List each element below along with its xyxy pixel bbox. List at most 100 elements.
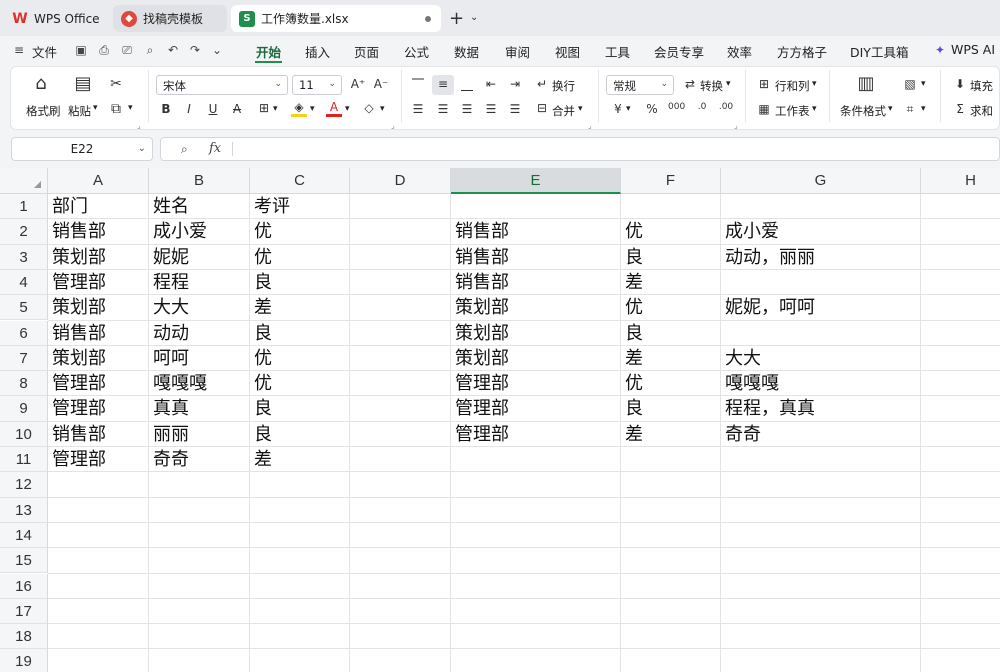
cell-g7[interactable]: 大大 — [721, 346, 921, 371]
column-header-f[interactable]: F — [621, 168, 721, 194]
cell-b4[interactable]: 程程 — [149, 270, 250, 295]
currency-dropdown-icon[interactable]: ▾ — [626, 104, 631, 114]
tab-document[interactable]: S 工作簿数量.xlsx — [231, 5, 441, 32]
font-color-dropdown-icon[interactable]: ▾ — [345, 104, 350, 114]
column-header-g[interactable]: G — [721, 168, 921, 194]
print-icon[interactable]: ⎚ — [120, 43, 134, 57]
format-painter-icon[interactable]: ⌂ — [32, 75, 50, 93]
cell-style-icon[interactable]: ⌗ — [902, 102, 918, 117]
merge-cells-icon[interactable]: ⊟ — [534, 101, 550, 115]
align-bottom-icon[interactable]: ⎽ — [459, 77, 475, 92]
cell-g3[interactable]: 动动，丽丽 — [721, 245, 921, 270]
italic-icon[interactable]: I — [181, 102, 197, 116]
cell-b1[interactable]: 姓名 — [149, 194, 250, 219]
convert-icon[interactable]: ⇄ — [682, 77, 698, 91]
tab-wps-office[interactable]: W WPS Office — [4, 5, 108, 32]
save-icon[interactable]: ▣ — [74, 43, 88, 57]
cell-e5[interactable]: 策划部 — [451, 295, 621, 320]
row-header-7[interactable]: 7 — [0, 345, 48, 372]
unsaved-dot-icon[interactable] — [425, 16, 431, 22]
row-header-9[interactable]: 9 — [0, 396, 48, 422]
cell-e11[interactable] — [451, 447, 621, 472]
tab-template[interactable]: ◆ 找稿壳模板 — [113, 5, 227, 32]
cell-e3[interactable]: 销售部 — [451, 245, 621, 270]
cell-b2[interactable]: 成小爱 — [149, 219, 250, 244]
font-expand-icon[interactable]: ⌟ — [391, 121, 395, 130]
cell-e9[interactable]: 管理部 — [451, 396, 621, 421]
cell-e7[interactable]: 策划部 — [451, 346, 621, 371]
cell-g10[interactable]: 奇奇 — [721, 422, 921, 447]
menu-efficiency[interactable]: 效率 — [727, 42, 752, 61]
row-header-18[interactable]: 18 — [0, 624, 48, 650]
cell-g5[interactable]: 妮妮，呵呵 — [721, 295, 921, 320]
fill-color-icon[interactable]: ◈ — [291, 100, 307, 117]
cell-a9[interactable]: 管理部 — [48, 396, 149, 421]
cell-e2[interactable]: 销售部 — [451, 219, 621, 244]
worksheet-label[interactable]: 工作表 — [775, 103, 810, 119]
increase-decimal-icon[interactable]: .0 — [694, 102, 710, 112]
export-pdf-icon[interactable]: ⎙ — [97, 43, 111, 57]
border-icon[interactable]: ⊞ — [256, 101, 272, 115]
row-header-16[interactable]: 16 — [0, 573, 48, 599]
clipboard-expand-icon[interactable]: ⌟ — [137, 121, 141, 130]
cell-f4[interactable]: 差 — [621, 270, 721, 295]
formula-input[interactable]: ⌕ fx — [160, 137, 1000, 161]
sum-icon[interactable]: Σ — [952, 102, 968, 116]
cell-c1[interactable]: 考评 — [250, 194, 350, 219]
cell-f10[interactable]: 差 — [621, 422, 721, 447]
menu-tools[interactable]: 工具 — [605, 42, 630, 61]
cell-a6[interactable]: 销售部 — [48, 321, 149, 346]
cell-a4[interactable]: 管理部 — [48, 270, 149, 295]
cell-f1[interactable] — [621, 194, 721, 219]
cell-style-dropdown-icon[interactable]: ▾ — [921, 104, 926, 114]
name-box[interactable]: E22 ⌄ — [11, 137, 153, 161]
cell-e1[interactable] — [451, 194, 621, 219]
worksheet-dropdown-icon[interactable]: ▾ — [812, 104, 817, 114]
align-left-icon[interactable]: ☰ — [410, 102, 426, 116]
menu-page[interactable]: 页面 — [354, 42, 379, 61]
border-dropdown-icon[interactable]: ▾ — [273, 104, 278, 114]
worksheet-icon[interactable]: ▦ — [756, 102, 772, 116]
cell-b8[interactable]: 嘎嘎嘎 — [149, 371, 250, 396]
cell-b7[interactable]: 呵呵 — [149, 346, 250, 371]
cell-f2[interactable]: 优 — [621, 219, 721, 244]
new-tab-dropdown-icon[interactable]: ⌄ — [470, 12, 478, 23]
menu-fangfang[interactable]: 方方格子 — [777, 42, 827, 61]
cell-g4[interactable] — [721, 270, 921, 295]
menu-member[interactable]: 会员专享 — [654, 42, 704, 61]
decrease-font-icon[interactable]: A⁻ — [373, 77, 389, 91]
menu-formula[interactable]: 公式 — [404, 42, 429, 61]
justify-icon[interactable]: ☰ — [483, 102, 499, 116]
cell-a1[interactable]: 部门 — [48, 194, 149, 219]
paste-icon[interactable]: ▤ — [74, 75, 92, 93]
cell-b11[interactable]: 奇奇 — [149, 447, 250, 472]
menu-file[interactable]: 文件 — [32, 42, 57, 61]
name-box-dropdown-icon[interactable]: ⌄ — [138, 138, 146, 160]
menu-home[interactable]: 开始 — [256, 42, 281, 61]
bold-icon[interactable]: B — [158, 102, 174, 116]
cell-a3[interactable]: 策划部 — [48, 245, 149, 270]
cell-f3[interactable]: 良 — [621, 245, 721, 270]
undo-icon[interactable]: ↶ — [166, 43, 180, 57]
cell-g9[interactable]: 程程，真真 — [721, 396, 921, 421]
cell-c10[interactable]: 良 — [250, 422, 350, 447]
cell-g2[interactable]: 成小爱 — [721, 219, 921, 244]
convert-dropdown-icon[interactable]: ▾ — [726, 79, 731, 89]
menu-review[interactable]: 审阅 — [505, 42, 530, 61]
row-header-3[interactable]: 3 — [0, 244, 48, 270]
align-top-icon[interactable]: ⎺ — [410, 77, 426, 92]
row-header-10[interactable]: 10 — [0, 421, 48, 447]
clear-format-dropdown-icon[interactable]: ▾ — [380, 104, 385, 114]
spreadsheet-grid[interactable]: A B C D E F G H 1 2 3 4 5 6 7 8 9 10 11 12 13 14 15 16 17 18 19 部门销… — [0, 168, 1000, 672]
cell-c2[interactable]: 优 — [250, 219, 350, 244]
distributed-align-icon[interactable]: ☰ — [507, 102, 523, 116]
cell-g11[interactable] — [721, 447, 921, 472]
quick-access-dropdown-icon[interactable]: ⌄ — [210, 43, 224, 57]
cell-b10[interactable]: 丽丽 — [149, 422, 250, 447]
cell-f8[interactable]: 优 — [621, 371, 721, 396]
percent-icon[interactable]: % — [644, 102, 660, 116]
increase-font-icon[interactable]: A⁺ — [350, 77, 366, 91]
cell-g6[interactable] — [721, 321, 921, 346]
cell-a10[interactable]: 销售部 — [48, 422, 149, 447]
row-header-8[interactable]: 8 — [0, 371, 48, 397]
